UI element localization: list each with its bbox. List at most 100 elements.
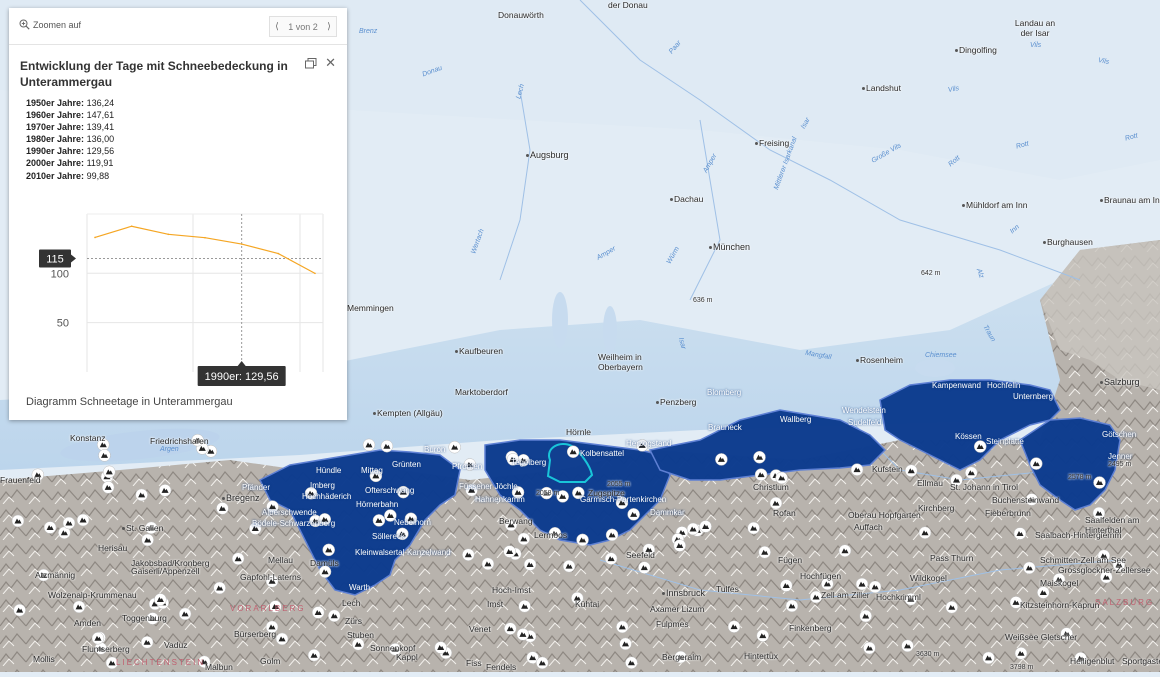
map-label: Schmitten-Zell am See [1040, 555, 1126, 565]
ski-area-marker-icon[interactable] [101, 481, 115, 494]
elevation-label: 642 m [921, 270, 941, 277]
ski-area-marker-icon[interactable] [158, 484, 172, 497]
ski-area-marker-icon[interactable] [604, 552, 618, 565]
next-feature-button[interactable]: ⟩ [322, 21, 336, 32]
ski-area-marker-icon[interactable] [747, 521, 760, 535]
ski-area-marker-icon[interactable] [76, 513, 90, 527]
ski-area-marker-icon[interactable] [13, 603, 26, 617]
ski-area-marker-icon[interactable] [901, 639, 914, 653]
ski-area-marker-icon[interactable] [503, 545, 516, 558]
ski-area-marker-icon[interactable] [973, 440, 987, 453]
ski-area-marker-icon[interactable] [62, 516, 76, 530]
close-button[interactable]: ✕ [325, 56, 336, 69]
ski-area-marker-icon[interactable] [785, 599, 799, 613]
ski-area-marker-icon[interactable] [72, 600, 86, 614]
ski-area-marker-icon[interactable] [231, 552, 245, 565]
ski-area-marker-icon[interactable] [863, 641, 876, 655]
data-point [167, 233, 170, 236]
ski-area-marker-icon[interactable] [328, 609, 341, 623]
ski-area-marker-icon[interactable] [448, 440, 461, 454]
ski-area-marker-icon[interactable] [517, 532, 531, 546]
ski-area-marker-icon[interactable] [11, 514, 25, 528]
ski-area-marker-icon[interactable] [98, 449, 111, 462]
ski-area-marker-icon[interactable] [481, 557, 495, 571]
map-label: der Donau [608, 0, 648, 10]
ski-area-marker-icon[interactable] [103, 465, 116, 479]
ski-area-marker-icon[interactable] [516, 628, 530, 641]
ski-area-marker-icon[interactable] [686, 522, 700, 536]
map-label: Seefeld [626, 550, 655, 560]
ski-area-marker-icon[interactable] [43, 521, 57, 534]
ski-area-marker-icon[interactable] [1014, 647, 1028, 660]
ski-area-marker-icon[interactable] [965, 466, 978, 480]
ski-area-marker-icon[interactable] [616, 620, 629, 634]
ski-area-marker-icon[interactable] [673, 539, 686, 552]
previous-feature-button[interactable]: ⟨ [270, 21, 284, 32]
ski-area-marker-icon[interactable] [523, 558, 537, 571]
map-label: Amden [74, 618, 101, 628]
ski-area-marker-icon[interactable] [141, 533, 154, 547]
data-point [277, 252, 280, 255]
ski-area-marker-icon[interactable] [536, 656, 549, 670]
ski-area-marker-icon[interactable] [140, 636, 154, 649]
ski-area-marker-icon[interactable] [754, 468, 768, 481]
ski-area-marker-icon[interactable] [855, 577, 869, 591]
ski-area-marker-icon[interactable] [756, 629, 770, 642]
ski-area-marker-icon[interactable] [758, 545, 771, 559]
ski-area-marker-icon[interactable] [904, 464, 918, 477]
zoom-to-button[interactable]: Zoomen auf [19, 19, 81, 30]
ski-area-marker-icon[interactable] [1013, 527, 1027, 540]
map-label: Saalfelden am Hinterthal [1085, 515, 1140, 535]
ski-area-marker-icon[interactable] [566, 445, 580, 458]
ski-area-marker-icon[interactable] [638, 561, 651, 574]
snow-days-chart[interactable]: 50 100 115 1990er: 129,56 [27, 208, 337, 388]
ski-area-marker-icon[interactable] [311, 606, 325, 619]
ski-area-marker-icon[interactable] [216, 502, 229, 515]
ski-area-marker-icon[interactable] [91, 631, 105, 645]
map-label: Herisau [98, 543, 128, 553]
ski-area-marker-icon[interactable] [982, 651, 995, 665]
ski-area-marker-icon[interactable] [699, 520, 712, 533]
ski-area-marker-icon[interactable] [780, 579, 793, 592]
ski-area-marker-icon[interactable] [753, 450, 766, 464]
ski-area-marker-icon[interactable] [178, 607, 192, 621]
ski-area-marker-icon[interactable] [275, 632, 289, 646]
ski-area-marker-icon[interactable] [918, 526, 932, 539]
dock-button[interactable] [305, 56, 317, 74]
ski-area-marker-icon[interactable] [213, 581, 226, 595]
ski-area-marker-icon[interactable] [1029, 457, 1043, 470]
ski-area-marker-icon[interactable] [462, 548, 475, 561]
ski-area-marker-icon[interactable] [727, 620, 741, 633]
ski-area-marker-icon[interactable] [625, 656, 638, 669]
map-label: Brauneck [708, 423, 742, 432]
map-label: Penzberg [656, 397, 696, 407]
ski-area-marker-icon[interactable] [562, 559, 576, 573]
ski-area-marker-icon[interactable] [1093, 476, 1106, 489]
map-label: Zugspitze [588, 488, 625, 498]
ski-area-marker-icon[interactable] [154, 593, 167, 606]
ski-area-marker-icon[interactable] [838, 544, 852, 557]
ski-area-marker-icon[interactable] [518, 599, 531, 613]
ski-area-marker-icon[interactable] [372, 514, 386, 527]
ski-area-marker-icon[interactable] [859, 609, 872, 623]
ski-area-marker-icon[interactable] [351, 637, 365, 651]
ski-area-marker-icon[interactable] [715, 453, 728, 466]
ski-area-marker-icon[interactable] [504, 622, 517, 635]
ski-area-marker-icon[interactable] [1037, 586, 1050, 599]
ski-area-marker-icon[interactable] [576, 533, 589, 547]
ski-area-marker-icon[interactable] [307, 648, 321, 662]
ski-area-marker-icon[interactable] [434, 641, 447, 654]
map-label: Pass Thurn [930, 553, 974, 563]
ski-area-marker-icon[interactable] [945, 600, 959, 614]
ski-area-marker-icon[interactable] [619, 637, 632, 651]
ski-area-marker-icon[interactable] [380, 439, 394, 453]
ski-area-marker-icon[interactable] [850, 463, 864, 476]
ski-area-marker-icon[interactable] [322, 543, 335, 557]
ski-area-marker-icon[interactable] [135, 488, 148, 502]
map-label: Nebelhorn [394, 518, 431, 527]
ski-area-marker-icon[interactable] [627, 508, 640, 521]
ski-area-marker-icon[interactable] [605, 528, 619, 542]
ski-area-marker-icon[interactable] [362, 438, 376, 452]
ski-area-marker-icon[interactable] [1023, 561, 1036, 575]
map-label: Hörnle [566, 427, 592, 437]
